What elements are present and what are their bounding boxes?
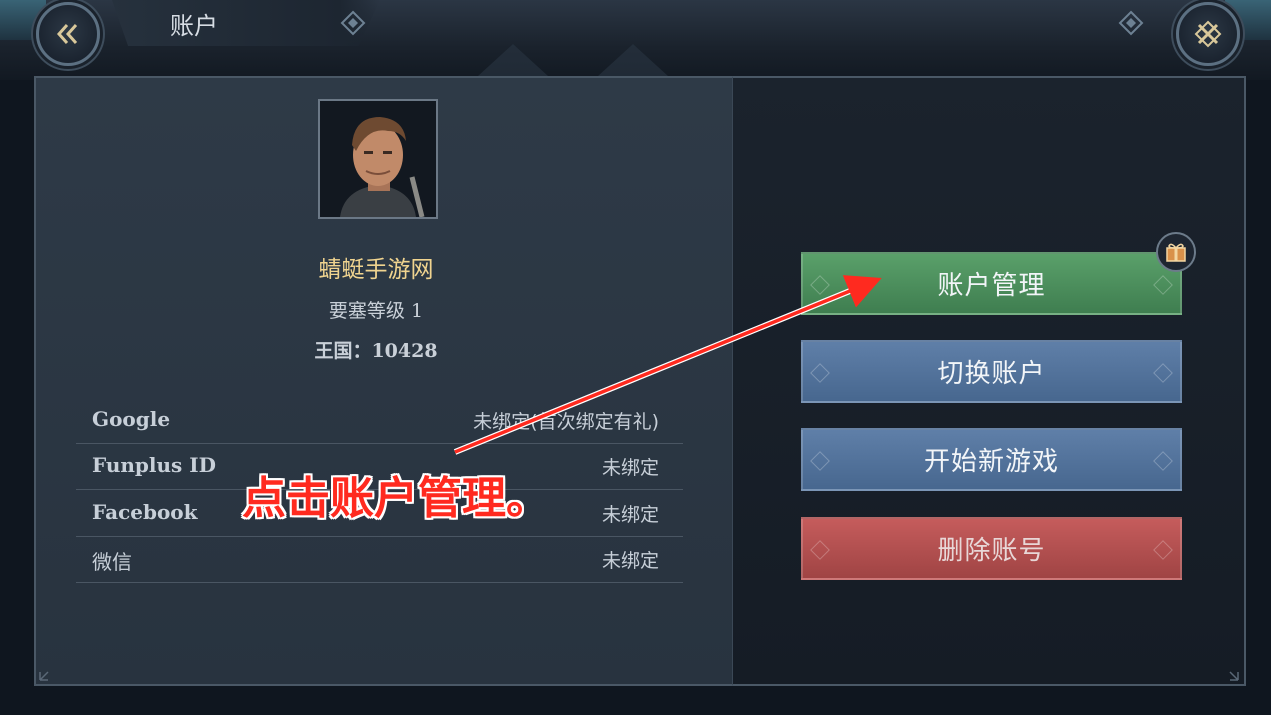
annotation-arrow — [453, 275, 882, 455]
annotation-text: 点击账户管理。 — [242, 473, 550, 524]
